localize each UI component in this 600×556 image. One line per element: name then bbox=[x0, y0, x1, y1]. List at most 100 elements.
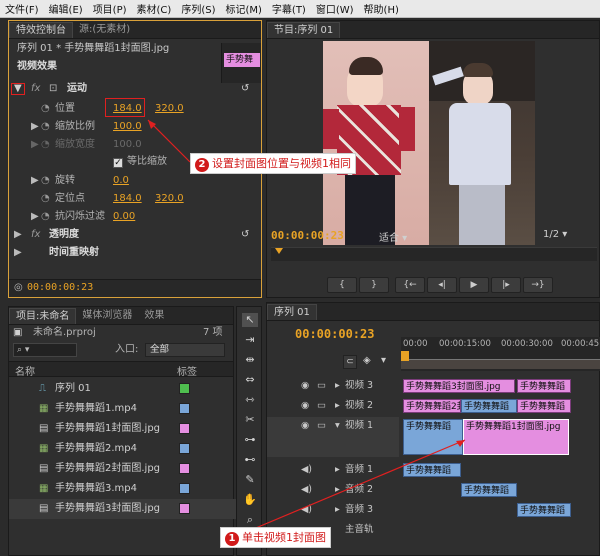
eye-icon[interactable]: ◉ bbox=[301, 377, 309, 395]
reset-icon[interactable]: ↺ bbox=[241, 227, 249, 243]
rotation-value[interactable]: 0.0 bbox=[113, 173, 129, 189]
eye-icon[interactable]: ◉ bbox=[301, 417, 309, 435]
tab-sequence[interactable]: 序列 01 bbox=[267, 304, 317, 320]
playhead-icon[interactable] bbox=[401, 351, 409, 361]
add-marker-icon[interactable]: ▾ bbox=[381, 355, 386, 366]
anchor-x-value[interactable]: 184.0 bbox=[113, 191, 142, 207]
tab-effect-controls[interactable]: 特效控制台 bbox=[9, 22, 73, 38]
menu-file[interactable]: 文件(F) bbox=[0, 1, 44, 16]
clip-v3-cover[interactable]: 手势舞舞蹈3封面图.jpg bbox=[403, 379, 515, 393]
track-select-tool-icon[interactable]: ⇥ bbox=[242, 333, 258, 347]
motion-expand-icon[interactable]: ▼ bbox=[14, 81, 22, 97]
tab-project[interactable]: 项目:未命名 bbox=[9, 308, 77, 324]
reset-icon[interactable]: ↺ bbox=[241, 81, 249, 97]
menu-help[interactable]: 帮助(H) bbox=[359, 1, 404, 16]
list-item[interactable]: ▦ 手势舞舞蹈1.mp4 bbox=[9, 399, 239, 419]
rolling-edit-tool-icon[interactable]: ⇔ bbox=[242, 373, 258, 387]
speaker-icon[interactable]: ◀) bbox=[301, 501, 312, 519]
playhead-icon[interactable] bbox=[275, 248, 283, 254]
column-name[interactable]: 名称 bbox=[15, 363, 35, 378]
scale-value[interactable]: 100.0 bbox=[113, 119, 142, 135]
column-label[interactable]: 标签 bbox=[177, 363, 197, 378]
lock-icon[interactable]: ▭ bbox=[317, 417, 326, 435]
resolution-dropdown[interactable]: 1/2 ▾ bbox=[543, 229, 567, 240]
track-expand-icon[interactable]: ▸ bbox=[335, 481, 340, 499]
time-ruler[interactable]: 00:00 00:00:15:00 00:00:30:00 00:00:45:0 bbox=[401, 337, 600, 371]
stopwatch-icon[interactable]: ◔ bbox=[41, 173, 50, 189]
slide-tool-icon[interactable]: ⊷ bbox=[242, 453, 258, 467]
scale-expand-icon[interactable]: ▶ bbox=[31, 119, 39, 135]
list-item[interactable]: ▦ 手势舞舞蹈3.mp4 bbox=[9, 479, 239, 499]
marker-icon[interactable]: ◈ bbox=[363, 355, 371, 366]
opacity-expand-icon[interactable]: ▶ bbox=[14, 227, 22, 243]
monitor-time-ruler[interactable] bbox=[271, 247, 597, 261]
eye-icon[interactable]: ◉ bbox=[301, 397, 309, 415]
search-input[interactable]: ⌕ ▾ bbox=[13, 343, 77, 357]
menu-sequence[interactable]: 序列(S) bbox=[176, 1, 220, 16]
menu-project[interactable]: 项目(P) bbox=[88, 1, 132, 16]
track-expand-icon[interactable]: ▸ bbox=[335, 397, 340, 415]
work-area-bar[interactable] bbox=[401, 359, 600, 369]
mark-in-button[interactable]: { bbox=[327, 277, 357, 293]
tab-source[interactable]: 源:(无素材) bbox=[73, 22, 136, 38]
track-expand-icon[interactable]: ▸ bbox=[335, 377, 340, 395]
stopwatch-icon[interactable]: ◔ bbox=[41, 209, 50, 225]
track-audio-3[interactable]: ◀) ▸ 音频 3 bbox=[267, 501, 399, 519]
speaker-icon[interactable]: ◀) bbox=[301, 481, 312, 499]
menu-window[interactable]: 窗口(W) bbox=[311, 1, 359, 16]
pen-tool-icon[interactable]: ✎ bbox=[242, 473, 258, 487]
ripple-edit-tool-icon[interactable]: ⇹ bbox=[242, 353, 258, 367]
track-audio-1[interactable]: ◀) ▸ 音频 1 bbox=[267, 461, 399, 479]
stopwatch-icon[interactable]: ◔ bbox=[41, 119, 50, 135]
clip-a3[interactable]: 手势舞舞蹈 bbox=[517, 503, 571, 517]
menu-title[interactable]: 字幕(T) bbox=[267, 1, 311, 16]
clip-a2[interactable]: 手势舞舞蹈 bbox=[461, 483, 517, 497]
clip-v2-video[interactable]: 手势舞舞蹈 bbox=[461, 399, 517, 413]
selection-tool-icon[interactable]: ↖ bbox=[242, 313, 258, 327]
menu-clip[interactable]: 素材(C) bbox=[132, 1, 177, 16]
list-item[interactable]: ▤ 手势舞舞蹈1封面图.jpg bbox=[9, 419, 239, 439]
antiflicker-value[interactable]: 0.00 bbox=[113, 209, 135, 225]
track-expand-icon[interactable]: ▸ bbox=[335, 501, 340, 519]
step-forward-button[interactable]: |▸ bbox=[491, 277, 521, 293]
clip-v3-video[interactable]: 手势舞舞蹈 bbox=[517, 379, 571, 393]
stopwatch-icon[interactable]: ◔ bbox=[41, 191, 50, 207]
track-expand-icon[interactable]: ▾ bbox=[335, 417, 340, 435]
clip-v2-cover[interactable]: 手势舞舞蹈2封面图.jpg bbox=[403, 399, 461, 413]
clip-v2-cover-b[interactable]: 手势舞舞蹈 bbox=[517, 399, 571, 413]
track-video-3[interactable]: ◉ ▭ ▸ 视频 3 bbox=[267, 377, 399, 395]
menu-marker[interactable]: 标记(M) bbox=[220, 1, 266, 16]
zoom-tool-icon[interactable]: ⌕ bbox=[242, 513, 258, 527]
lock-icon[interactable]: ▭ bbox=[317, 397, 326, 415]
mark-out-button[interactable]: } bbox=[359, 277, 389, 293]
tab-effects[interactable]: 效果 bbox=[138, 308, 170, 324]
rotation-expand-icon[interactable]: ▶ bbox=[31, 173, 39, 189]
razor-tool-icon[interactable]: ✂ bbox=[242, 413, 258, 427]
stopwatch-icon[interactable]: ◔ bbox=[41, 101, 50, 117]
position-x-value[interactable]: 184.0 bbox=[113, 101, 142, 117]
track-expand-icon[interactable]: ▸ bbox=[335, 461, 340, 479]
hand-tool-icon[interactable]: ✋ bbox=[242, 493, 258, 507]
rate-stretch-tool-icon[interactable]: ⇿ bbox=[242, 393, 258, 407]
go-to-in-button[interactable]: {← bbox=[395, 277, 425, 293]
snap-icon[interactable]: ⊂ bbox=[343, 355, 357, 369]
anchor-y-value[interactable]: 320.0 bbox=[155, 191, 184, 207]
antiflicker-expand-icon[interactable]: ▶ bbox=[31, 209, 39, 225]
slip-tool-icon[interactable]: ⊶ bbox=[242, 433, 258, 447]
timeline-timecode[interactable]: 00:00:00:23 bbox=[295, 327, 374, 341]
play-button[interactable]: ▶ bbox=[459, 277, 489, 293]
lock-icon[interactable]: ▭ bbox=[317, 377, 326, 395]
tab-program[interactable]: 节目:序列 01 bbox=[267, 22, 341, 38]
uniform-scale-checkbox[interactable]: ✓ bbox=[113, 158, 123, 168]
clip-a1[interactable]: 手势舞舞蹈 bbox=[403, 463, 461, 477]
timeremap-expand-icon[interactable]: ▶ bbox=[14, 245, 22, 261]
mini-clip[interactable]: 手势舞 bbox=[224, 53, 260, 67]
inpoint-dropdown[interactable]: 全部 bbox=[145, 343, 225, 357]
list-item[interactable]: ▤ 手势舞舞蹈3封面图.jpg bbox=[9, 499, 239, 519]
track-video-1[interactable]: ◉ ▭ ▾ 视频 1 bbox=[267, 417, 399, 457]
position-y-value[interactable]: 320.0 bbox=[155, 101, 184, 117]
clip-v1-video[interactable]: 手势舞舞蹈 bbox=[403, 419, 463, 455]
speaker-icon[interactable]: ◀) bbox=[301, 461, 312, 479]
track-audio-2[interactable]: ◀) ▸ 音频 2 bbox=[267, 481, 399, 499]
track-video-2[interactable]: ◉ ▭ ▸ 视频 2 bbox=[267, 397, 399, 415]
